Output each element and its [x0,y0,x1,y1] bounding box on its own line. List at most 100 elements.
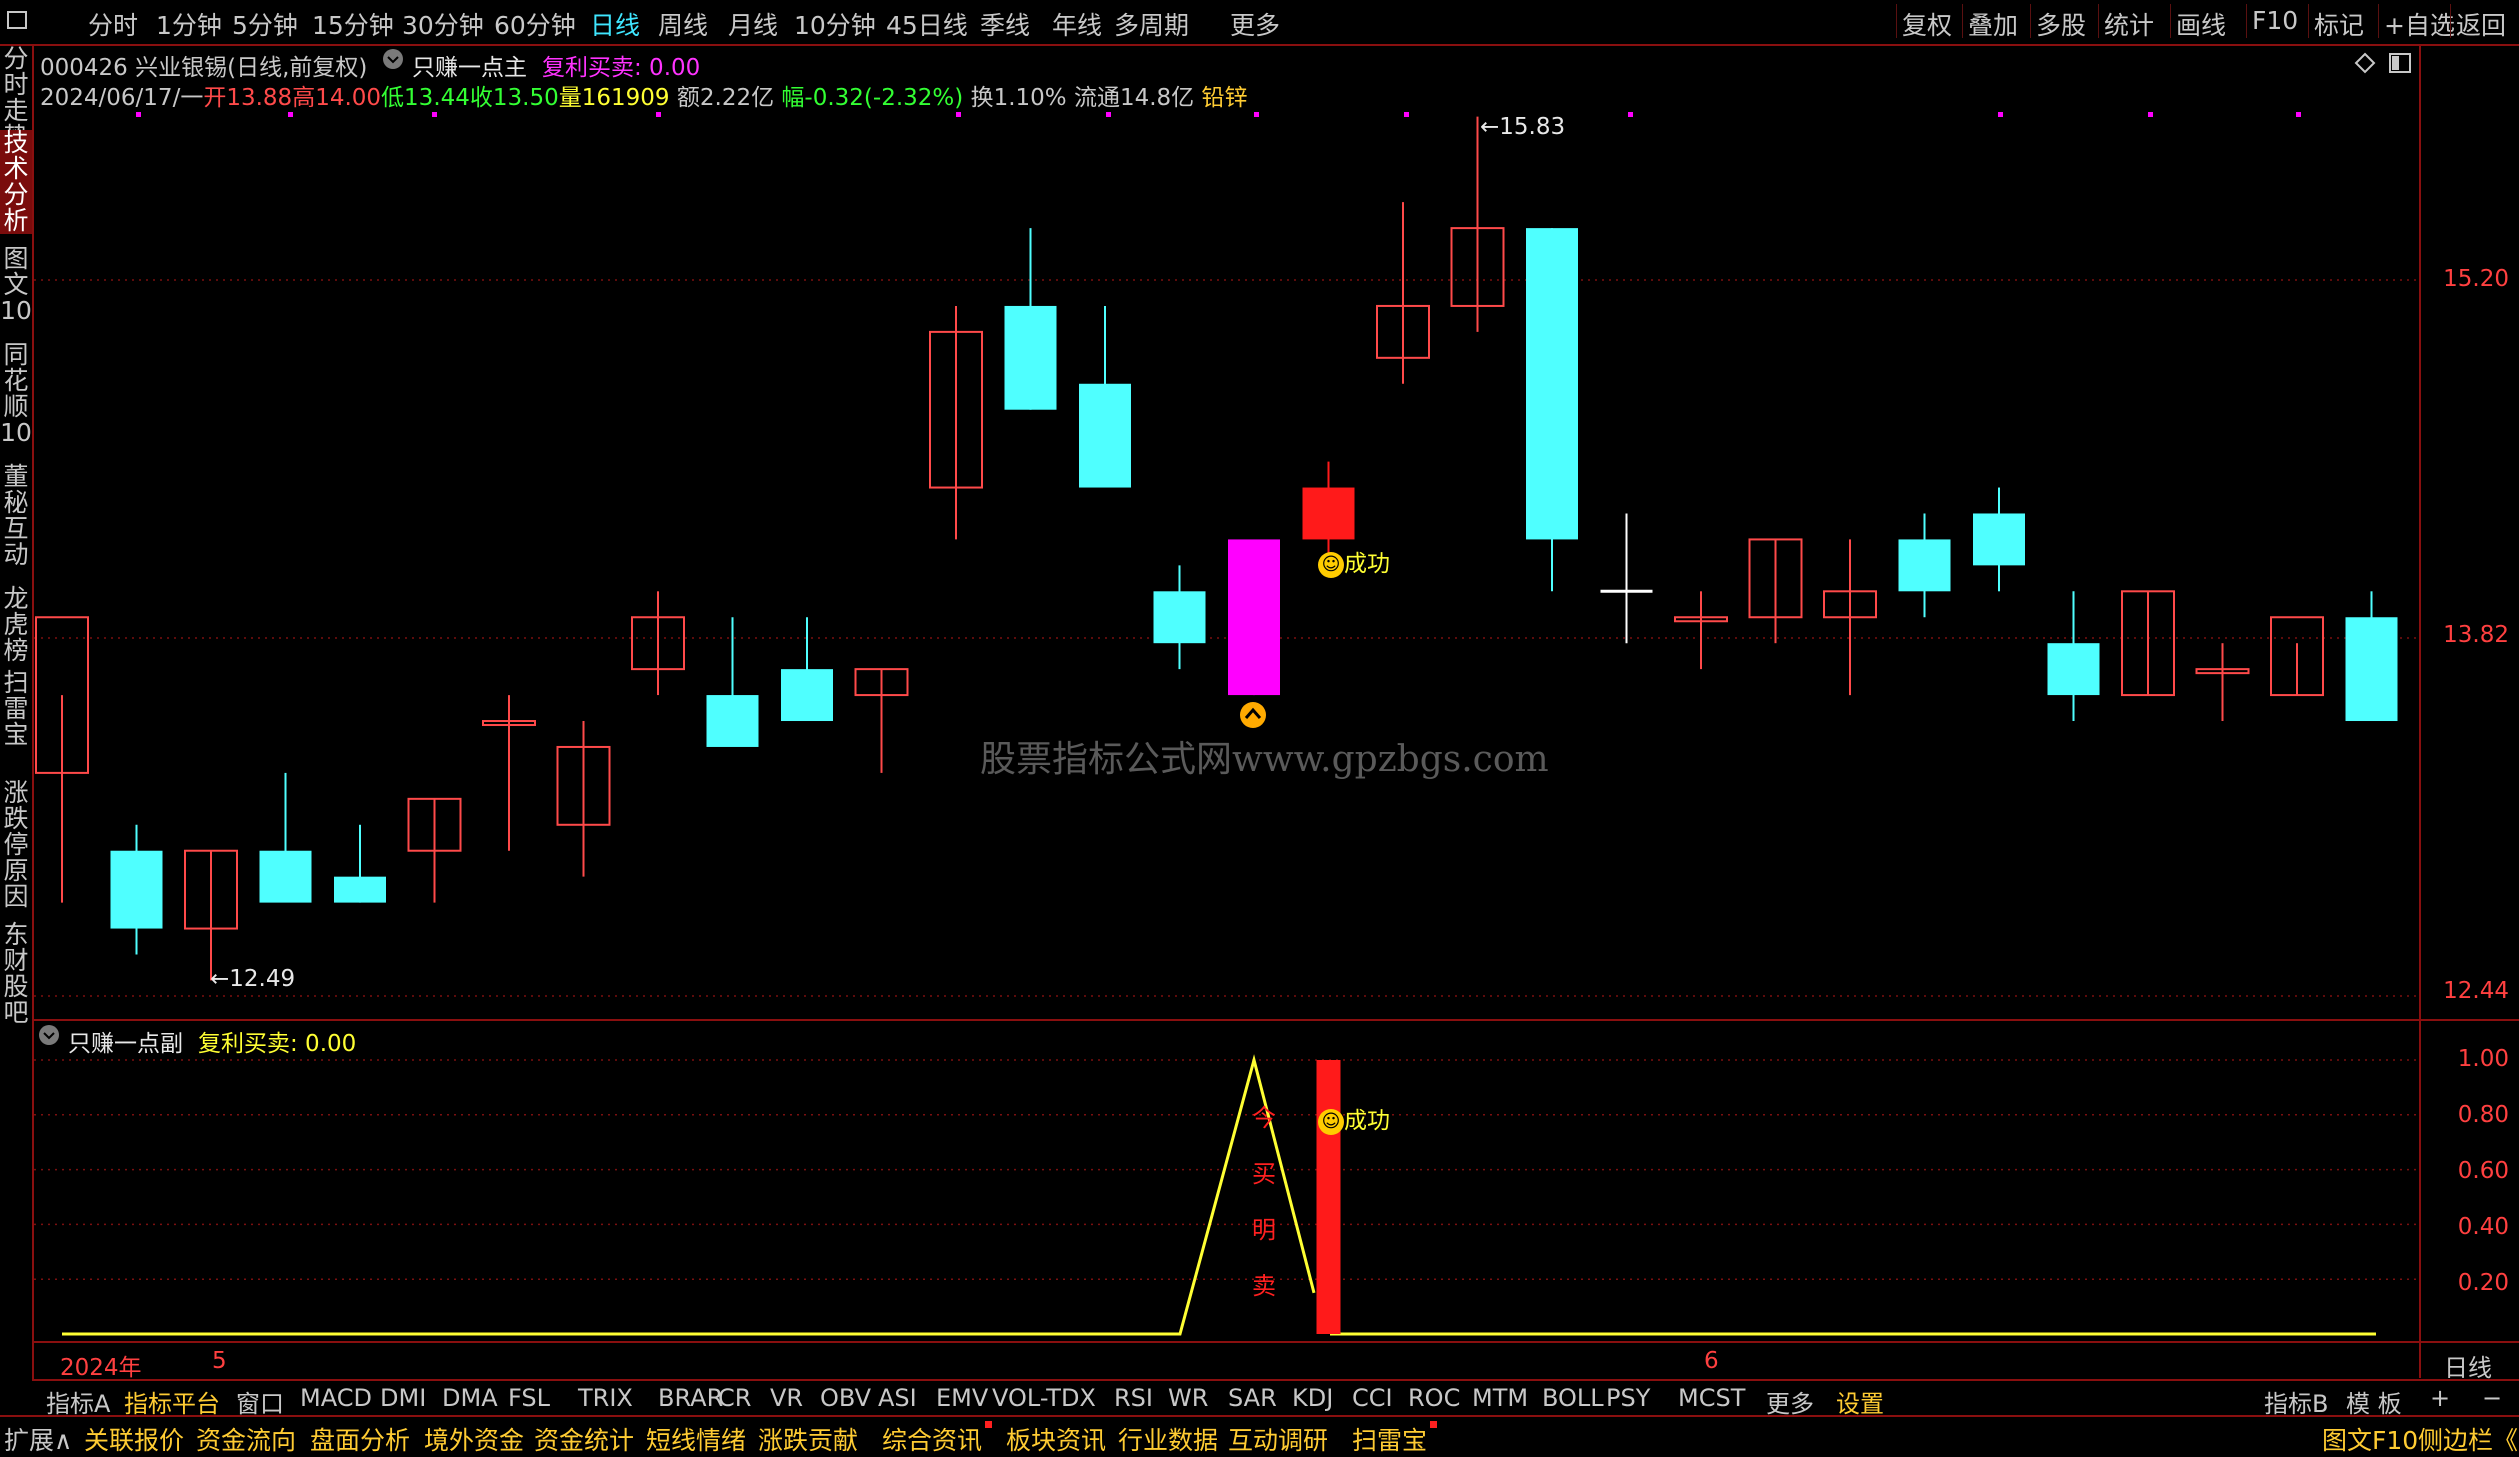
indicator-tab[interactable]: DMA [442,1384,498,1412]
sub-indicator-name[interactable]: 只赚一点副 [68,1024,183,1058]
success-smile-main: ☺ 成功 [1318,544,1390,578]
sub-indicator-dropdown-icon[interactable] [38,1024,60,1050]
buy-arrow-icon [1238,700,1268,734]
indicator-right-tab[interactable]: 指标B [2264,1384,2328,1419]
indicator-tab[interactable]: 设置 [1836,1384,1884,1419]
signal-dot [432,112,437,117]
sub-indicator-value: 复利买卖: 0.00 [198,1031,357,1057]
indicator-tab[interactable]: 更多 [1766,1384,1814,1419]
ext-tab-label: 短线情绪 [646,1426,747,1455]
ext-tab-label: 涨跌贡献 [758,1426,859,1455]
candle-body [781,669,833,722]
low-mark-value: 12.49 [229,966,296,992]
period-label: 日线 [2444,1354,2492,1382]
x-year-label: 2024年 [60,1355,142,1381]
indicator-tab[interactable]: FSL [508,1384,550,1412]
indicator-tab[interactable]: ROC [1408,1384,1460,1412]
signal-dot [956,112,961,117]
candle-body [1004,305,1057,410]
ext-tab[interactable]: 境外资金 [424,1421,524,1457]
candle-body [259,850,312,903]
sub-y-tick: 0.20 [2457,1270,2509,1296]
extension-bar: 扩展∧ 关联报价 资金流向 盘面分析 境外资金 资金统计 短线情绪 涨跌贡献 综合资讯 板块资讯行… [0,1415,2519,1455]
indicator-right-tab[interactable]: − [2482,1384,2502,1412]
vtext-ming: 明 [1252,1216,1276,1244]
indicator-tab[interactable]: RSI [1114,1384,1153,1412]
ext-tab-label: 资金流向 [196,1426,297,1455]
signal-dot [1628,112,1633,117]
candle-body [1153,591,1206,644]
signal-dot [1998,112,2003,117]
ext-tab[interactable]: 关联报价 [84,1421,184,1457]
ext-tab-label: 境外资金 [424,1426,525,1455]
ext-tab[interactable]: 扫雷宝 [1352,1421,1438,1457]
ext-tab[interactable]: 扩展∧ [4,1421,72,1457]
high-mark-value: 15.83 [1499,114,1566,140]
ext-tab[interactable]: 涨跌贡献 [758,1421,858,1457]
ext-tab[interactable]: 行业数据 [1118,1421,1218,1457]
indicator-tab[interactable]: VR [770,1384,803,1412]
high-marker: ←15.83 [1480,114,1566,140]
ext-tab[interactable]: 短线情绪 [646,1421,746,1457]
ext-tab[interactable]: 板块资讯 [1006,1421,1106,1457]
x-month-6: 6 [1704,1348,1719,1374]
y-tick: 15.20 [2443,266,2509,292]
signal-dot [2148,112,2153,117]
indicator-right-tab[interactable]: 模 板 [2346,1384,2402,1419]
success-smile-sub: ☺ 成功 [1318,1101,1390,1135]
ext-tab[interactable]: 资金流向 [196,1421,296,1457]
indicator-tab[interactable]: WR [1168,1384,1208,1412]
notify-dot [1430,1421,1438,1428]
indicator-tab[interactable]: VOL-TDX [992,1384,1096,1412]
vtext-mai2: 卖 [1252,1272,1276,1300]
y-tick: 12.44 [2443,978,2509,1004]
indicator-right-tab[interactable]: + [2430,1384,2450,1412]
candle-body [1526,228,1578,540]
ext-right-tab[interactable]: 侧边栏《 [2418,1421,2518,1457]
indicator-tab[interactable]: CR [718,1384,751,1412]
indicator-tab[interactable]: MTM [1472,1384,1528,1412]
ext-tab-label: 关联报价 [84,1426,185,1455]
indicator-tab[interactable]: MCST [1678,1384,1745,1412]
indicator-tab[interactable]: 窗口 [236,1384,284,1419]
success-text: 成功 [1344,1108,1390,1134]
indicator-tab[interactable]: SAR [1228,1384,1277,1412]
indicator-tab[interactable]: EMV [936,1384,988,1412]
ext-tab[interactable]: 综合资讯 [882,1421,993,1457]
ext-right-tab[interactable]: 图文F10 [2322,1421,2418,1457]
indicator-tab[interactable]: ASI [878,1384,917,1412]
candle-body [1973,513,2025,566]
signal-dot [656,112,661,117]
indicator-tab[interactable]: 指标平台 [124,1384,220,1419]
indicator-tab[interactable]: 指标A [46,1384,110,1419]
ext-tab[interactable]: 资金统计 [534,1421,634,1457]
indicator-tab[interactable]: OBV [820,1384,871,1412]
indicator-tab[interactable]: MACD [300,1384,372,1412]
ext-tab-label: 互动调研 [1228,1426,1329,1455]
candle-body [1228,539,1280,696]
ext-tab[interactable]: 盘面分析 [310,1421,410,1457]
vtext-jin: 今 [1252,1104,1276,1132]
sub-y-tick: 0.60 [2457,1158,2509,1184]
indicator-tab[interactable]: CCI [1352,1384,1393,1412]
notify-dot [985,1421,993,1428]
ext-tab[interactable]: 互动调研 [1228,1421,1328,1457]
vtext-mai: 买 [1252,1160,1276,1188]
indicator-tab[interactable]: BRAR [658,1384,723,1412]
candle-body [1302,487,1355,540]
ext-tab-label: 综合资讯 [882,1426,983,1455]
smile-icon: ☺ [1318,1108,1344,1135]
indicator-tab[interactable]: BOLL [1542,1384,1604,1412]
candle-body [2047,643,2100,696]
indicator-tab[interactable]: DMI [380,1384,426,1412]
sub-y-tick: 0.40 [2457,1214,2509,1240]
signal-dot [1106,112,1111,117]
candle-body [334,876,386,903]
signal-dot [1404,112,1409,117]
candle-body [2345,617,2398,722]
indicator-tab[interactable]: KDJ [1292,1384,1333,1412]
ext-tab-label: 板块资讯 [1006,1426,1107,1455]
indicator-tab[interactable]: TRIX [578,1384,633,1412]
indicator-tab[interactable]: PSY [1606,1384,1650,1412]
ext-tab-label: 扫雷宝 [1352,1426,1428,1455]
